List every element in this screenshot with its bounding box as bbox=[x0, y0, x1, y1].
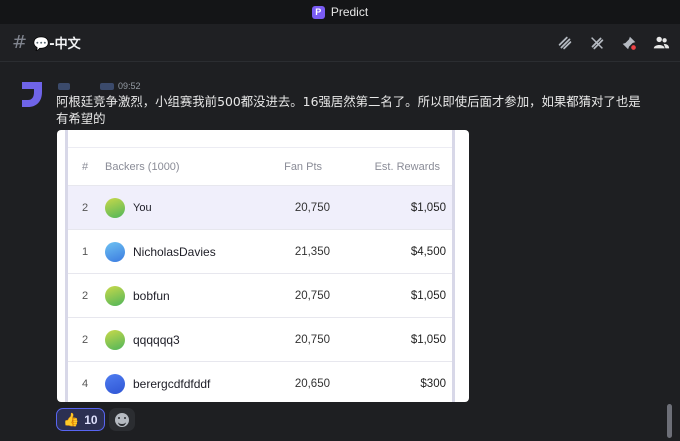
message-text: 阿根廷竞争激烈，小组赛我前500都没进去。16强居然第二名了。所以即使后面才参加… bbox=[56, 94, 641, 126]
scrollbar-thumb[interactable] bbox=[667, 404, 672, 438]
row-username: You bbox=[133, 201, 152, 214]
user-avatar bbox=[105, 197, 125, 218]
row-rank: 2 bbox=[82, 289, 89, 302]
row-user: You bbox=[105, 197, 152, 218]
user-avatar bbox=[105, 241, 125, 262]
header-fan-pts: Fan Pts bbox=[284, 160, 322, 173]
threads-icon[interactable] bbox=[554, 33, 576, 53]
app-logo-icon: P bbox=[311, 5, 325, 19]
author-avatar[interactable] bbox=[18, 80, 46, 108]
row-reward: $1,050 bbox=[410, 201, 446, 214]
header-toolbar bbox=[554, 33, 672, 53]
row-fan-pts: 20,750 bbox=[294, 333, 330, 346]
row-rank: 1 bbox=[82, 245, 89, 258]
row-user: bobfun bbox=[105, 285, 170, 306]
table-row: 2 You 20,750 $1,050 bbox=[68, 185, 452, 229]
message-image-attachment[interactable]: # Backers (1000) Fan Pts Est. Rewards 2 … bbox=[57, 130, 469, 402]
add-reaction-icon bbox=[114, 412, 129, 427]
row-rank: 4 bbox=[82, 377, 89, 390]
row-username: bobfun bbox=[133, 288, 170, 303]
row-username: qqqqqq3 bbox=[133, 332, 180, 347]
row-user: berergcdfdfddf bbox=[105, 373, 211, 394]
author-name-redacted[interactable] bbox=[58, 82, 70, 90]
row-fan-pts: 21,350 bbox=[294, 245, 330, 258]
row-reward: $300 bbox=[420, 377, 446, 390]
row-fan-pts: 20,750 bbox=[294, 201, 330, 214]
header-rewards: Est. Rewards bbox=[374, 160, 440, 173]
row-username: NicholasDavies bbox=[133, 244, 216, 259]
row-reward: $1,050 bbox=[410, 289, 446, 302]
row-rank: 2 bbox=[82, 201, 89, 214]
row-reward: $1,050 bbox=[410, 333, 446, 346]
author-badge-redacted bbox=[100, 82, 114, 90]
reaction-bar: 👍 10 bbox=[56, 408, 135, 431]
add-reaction-button[interactable] bbox=[108, 408, 135, 431]
row-fan-pts: 20,750 bbox=[294, 289, 330, 302]
message-timestamp: 09:52 bbox=[118, 81, 141, 91]
scrollbar[interactable] bbox=[667, 404, 672, 438]
leaderboard: # Backers (1000) Fan Pts Est. Rewards 2 … bbox=[65, 130, 455, 402]
table-row: 2 bobfun 20,750 $1,050 bbox=[68, 273, 452, 317]
members-icon[interactable] bbox=[650, 33, 672, 53]
app-title: Predict bbox=[330, 5, 369, 19]
header-rank: # bbox=[82, 160, 89, 173]
window-titlebar: P Predict bbox=[0, 0, 680, 24]
channel-header: # 💬-中文 bbox=[0, 24, 680, 62]
pin-icon[interactable] bbox=[618, 33, 640, 53]
row-fan-pts: 20,650 bbox=[294, 377, 330, 390]
user-avatar bbox=[105, 373, 125, 394]
table-row: 2 qqqqqq3 20,750 $1,050 bbox=[68, 317, 452, 361]
thumbs-up-icon: 👍 bbox=[63, 411, 80, 427]
channel-name: 💬-中文 bbox=[33, 37, 81, 52]
mute-icon[interactable] bbox=[586, 33, 608, 53]
header-backers: Backers (1000) bbox=[105, 160, 180, 173]
table-row: 1 NicholasDavies 21,350 $4,500 bbox=[68, 229, 452, 273]
row-username: berergcdfdfddf bbox=[133, 376, 211, 391]
row-reward: $4,500 bbox=[410, 245, 446, 258]
channel-hash-icon: # bbox=[12, 32, 28, 53]
user-avatar bbox=[105, 285, 125, 306]
row-user: NicholasDavies bbox=[105, 241, 216, 262]
user-avatar bbox=[105, 329, 125, 350]
message-meta: 09:52 bbox=[58, 80, 141, 92]
reaction-count: 10 bbox=[84, 412, 98, 427]
leaderboard-header: # Backers (1000) Fan Pts Est. Rewards bbox=[68, 148, 452, 185]
row-user: qqqqqq3 bbox=[105, 329, 180, 350]
row-rank: 2 bbox=[82, 333, 89, 346]
table-row: 4 berergcdfdfddf 20,650 $300 bbox=[68, 361, 452, 402]
reaction-thumbs-up[interactable]: 👍 10 bbox=[56, 408, 105, 431]
